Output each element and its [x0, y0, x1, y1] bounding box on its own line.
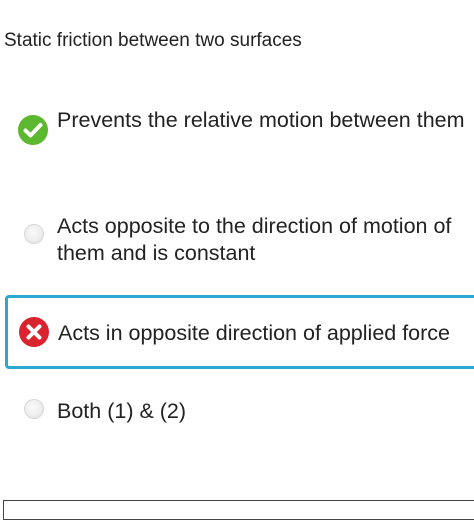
option-1[interactable]: Prevents the relative motion between the…: [0, 104, 474, 164]
option-3-selected[interactable]: Acts in opposite direction of applied fo…: [5, 295, 474, 369]
option-4[interactable]: Both (1) & (2): [0, 395, 474, 435]
option-2-label: Acts opposite to the direction of motion…: [57, 214, 452, 265]
radio-icon[interactable]: [24, 224, 44, 244]
question-text: Static friction between two surfaces: [4, 30, 302, 51]
check-circle-icon: [18, 115, 48, 145]
option-4-label: Both (1) & (2): [57, 399, 187, 423]
option-1-label: Prevents the relative motion between the…: [57, 108, 465, 132]
next-section-box: [3, 500, 474, 520]
option-2[interactable]: Acts opposite to the direction of motion…: [0, 210, 474, 270]
option-3-label: Acts in opposite direction of applied fo…: [58, 321, 451, 345]
x-circle-icon: [19, 317, 49, 347]
radio-icon[interactable]: [24, 399, 44, 419]
